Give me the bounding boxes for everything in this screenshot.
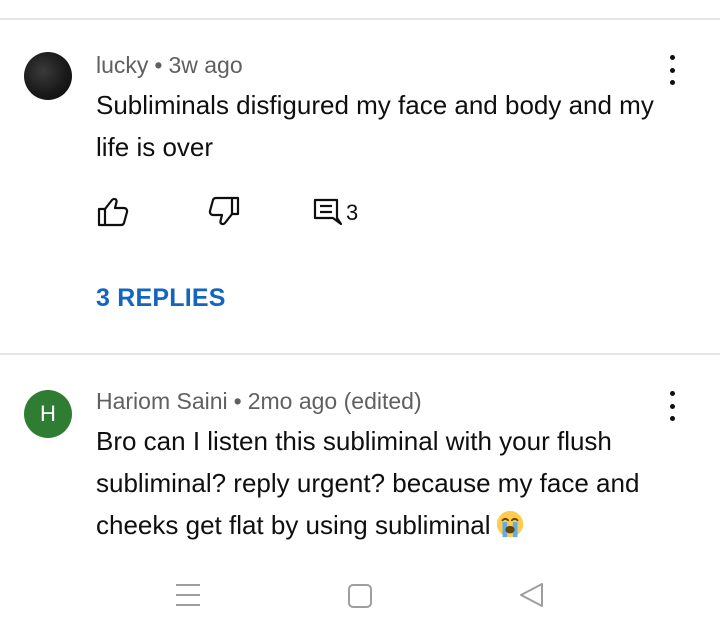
comment-meta: Hariom Saini • 2mo ago (edited) xyxy=(96,388,422,415)
thumb-down-icon[interactable] xyxy=(207,194,241,228)
view-replies-link[interactable]: 3 REPLIES xyxy=(96,284,226,313)
more-vert-icon[interactable] xyxy=(660,391,684,421)
comment-text: Bro can I listen this subliminal with yo… xyxy=(96,420,686,546)
comment-author[interactable]: lucky xyxy=(96,52,148,78)
more-vert-icon[interactable] xyxy=(660,55,684,85)
comment-divider xyxy=(0,353,720,355)
comment-time: 2mo ago (edited) xyxy=(247,388,422,414)
comment-text: Subliminals disfigured my face and body … xyxy=(96,90,654,162)
thumb-up-icon[interactable] xyxy=(96,195,130,229)
top-divider xyxy=(0,18,720,20)
avatar-letter: H xyxy=(40,401,56,426)
comment-author[interactable]: Hariom Saini xyxy=(96,388,228,414)
comment-text-content: Bro can I listen this subliminal with yo… xyxy=(96,426,640,540)
comment-time: 3w ago xyxy=(168,52,243,78)
square-icon[interactable] xyxy=(346,582,374,610)
reply-count: 3 xyxy=(346,200,359,225)
back-triangle-icon[interactable] xyxy=(516,580,546,610)
menu-icon[interactable] xyxy=(174,580,202,610)
loudly-crying-face-emoji xyxy=(496,510,523,538)
meta-separator: • xyxy=(233,388,242,414)
comment-meta: lucky • 3w ago xyxy=(96,52,243,79)
comment-icon[interactable] xyxy=(311,195,345,229)
meta-separator: • xyxy=(154,52,163,78)
avatar[interactable]: H xyxy=(24,390,72,438)
avatar[interactable] xyxy=(24,52,72,100)
